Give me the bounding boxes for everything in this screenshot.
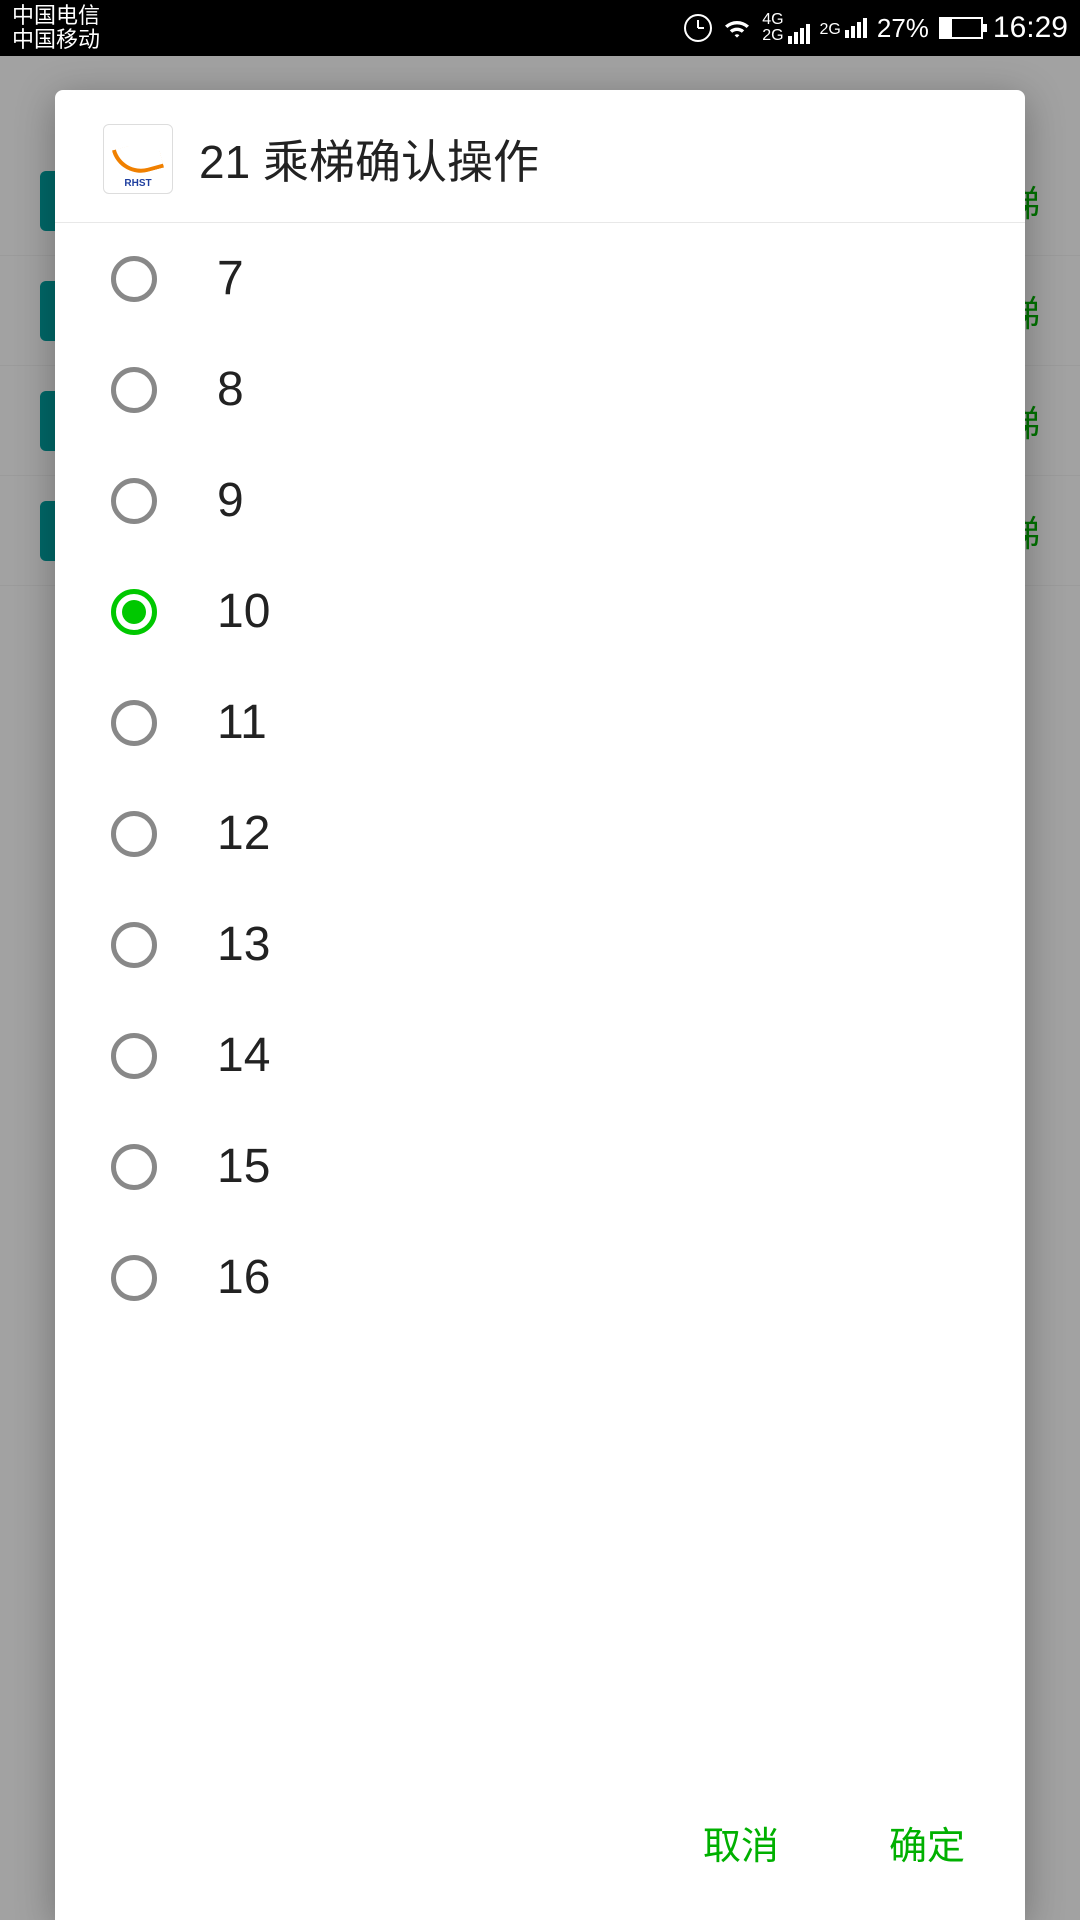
floor-option[interactable]: 11: [55, 667, 1025, 778]
signal-1: 4G2G: [762, 12, 809, 44]
status-time: 16:29: [993, 11, 1068, 45]
floor-option-label: 12: [217, 806, 270, 861]
dialog-footer: 取消 确定: [55, 1775, 1025, 1920]
floor-option-label: 13: [217, 917, 270, 972]
floor-select-dialog: RHST 21 乘梯确认操作 7 8 9 10 11 12 13 14 15 16 取消 确定: [55, 90, 1025, 1920]
floor-option-label: 14: [217, 1028, 270, 1083]
dialog-header: RHST 21 乘梯确认操作: [55, 90, 1025, 223]
alarm-icon: [684, 14, 712, 42]
app-icon: RHST: [103, 124, 173, 194]
floor-option[interactable]: 10: [55, 556, 1025, 667]
floor-option[interactable]: 13: [55, 889, 1025, 1000]
radio-icon: [111, 1255, 157, 1301]
floor-option-label: 10: [217, 584, 270, 639]
radio-icon: [111, 256, 157, 302]
floor-option-label: 16: [217, 1250, 270, 1305]
confirm-button[interactable]: 确定: [869, 1805, 985, 1880]
battery-icon: [939, 17, 983, 39]
floor-option-list[interactable]: 7 8 9 10 11 12 13 14 15 16: [55, 223, 1025, 1775]
status-bar: 中国电信 中国移动 4G2G 2G 27% 16:29: [0, 0, 1080, 56]
app-icon-label: RHST: [124, 178, 151, 189]
radio-icon: [111, 700, 157, 746]
radio-icon: [111, 1144, 157, 1190]
floor-option-label: 8: [217, 362, 244, 417]
radio-icon: [111, 367, 157, 413]
floor-option[interactable]: 16: [55, 1222, 1025, 1333]
radio-icon: [111, 811, 157, 857]
battery-percent: 27%: [877, 13, 929, 44]
signal-2: 2G: [820, 18, 867, 38]
floor-option-label: 7: [217, 251, 244, 306]
radio-icon: [111, 589, 157, 635]
floor-option[interactable]: 9: [55, 445, 1025, 556]
floor-option-label: 15: [217, 1139, 270, 1194]
floor-option[interactable]: 7: [55, 223, 1025, 334]
floor-option[interactable]: 8: [55, 334, 1025, 445]
floor-option[interactable]: 15: [55, 1111, 1025, 1222]
wifi-icon: [722, 16, 752, 40]
status-carriers: 中国电信 中国移动: [12, 4, 100, 52]
carrier-2: 中国移动: [12, 28, 100, 52]
radio-icon: [111, 922, 157, 968]
radio-icon: [111, 478, 157, 524]
floor-option[interactable]: 12: [55, 778, 1025, 889]
status-right: 4G2G 2G 27% 16:29: [684, 11, 1068, 45]
floor-option-label: 11: [217, 695, 267, 750]
floor-option[interactable]: 14: [55, 1000, 1025, 1111]
floor-option-label: 9: [217, 473, 244, 528]
radio-icon: [111, 1033, 157, 1079]
carrier-1: 中国电信: [12, 4, 100, 28]
dialog-title: 21 乘梯确认操作: [199, 126, 539, 192]
cancel-button[interactable]: 取消: [683, 1805, 799, 1880]
